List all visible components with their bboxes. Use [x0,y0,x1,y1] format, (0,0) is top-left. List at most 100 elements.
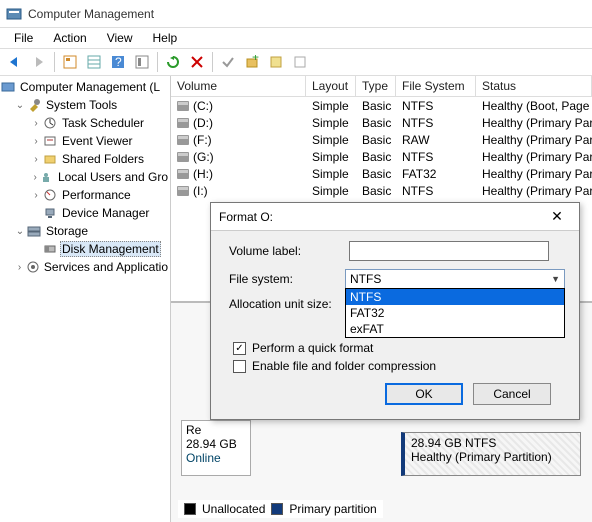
collapse-icon[interactable]: ⌄ [14,100,26,111]
tree-event-viewer[interactable]: ›Event Viewer [0,132,170,150]
partition-block[interactable]: 28.94 GB NTFS Healthy (Primary Partition… [401,432,581,476]
menu-action[interactable]: Action [43,29,96,47]
users-icon [40,169,54,185]
settings-button[interactable] [131,51,153,73]
tree-device-manager[interactable]: ›Device Manager [0,204,170,222]
storage-icon [26,223,42,239]
disk-icon [42,241,58,257]
volume-label-label: Volume label: [229,244,349,258]
menu-view[interactable]: View [97,29,143,47]
collapse-icon[interactable]: ⌄ [14,226,26,237]
col-volume[interactable]: Volume [171,76,306,96]
volume-icon [177,169,189,179]
scope-button[interactable] [59,51,81,73]
clock-icon [42,115,58,131]
event-icon [42,133,58,149]
volume-name: (H:) [193,167,213,181]
filesystem-option-fat32[interactable]: FAT32 [346,305,564,321]
cancel-button[interactable]: Cancel [473,383,551,405]
expand-icon[interactable]: › [30,172,40,183]
properties-button[interactable] [265,51,287,73]
refresh-button[interactable] [162,51,184,73]
volume-filesystem: NTFS [396,184,476,198]
volume-row[interactable]: (H:)SimpleBasicFAT32Healthy (Primary Par… [171,165,592,182]
filesystem-label: File system: [229,272,345,286]
menu-file[interactable]: File [4,29,43,47]
tree-root[interactable]: Computer Management (L [0,78,170,96]
volume-layout: Simple [306,150,356,164]
volume-filesystem: NTFS [396,99,476,113]
navigation-tree[interactable]: Computer Management (L ⌄ System Tools ›T… [0,76,171,522]
folder-icon [42,151,58,167]
volume-type: Basic [356,150,396,164]
tree-local-users[interactable]: ›Local Users and Gro [0,168,170,186]
legend: Unallocated Primary partition [178,500,383,518]
computer-icon [0,79,16,95]
volume-layout: Simple [306,116,356,130]
check-button[interactable] [217,51,239,73]
quick-format-checkbox[interactable]: ✓ [233,342,246,355]
compression-checkbox-row[interactable]: Enable file and folder compression [233,359,565,373]
volume-row[interactable]: (F:)SimpleBasicRAWHealthy (Primary Part [171,131,592,148]
tree-shared-folders[interactable]: ›Shared Folders [0,150,170,168]
volume-row[interactable]: (D:)SimpleBasicNTFSHealthy (Primary Part [171,114,592,131]
filesystem-combobox[interactable]: NTFS ▼ [345,269,565,289]
expand-icon[interactable]: › [30,118,42,129]
new-button[interactable]: + [241,51,263,73]
menu-help[interactable]: Help [143,29,188,47]
tree-disk-management[interactable]: ›Disk Management [0,240,170,258]
quick-format-label: Perform a quick format [252,341,373,355]
expand-icon[interactable]: › [14,262,25,273]
volume-row[interactable]: (I:)SimpleBasicNTFSHealthy (Primary Part [171,182,592,199]
tree-services[interactable]: › Services and Applicatio [0,258,170,276]
col-filesystem[interactable]: File System [396,76,476,96]
filesystem-option-ntfs[interactable]: NTFS [346,289,564,305]
volume-row[interactable]: (G:)SimpleBasicNTFSHealthy (Primary Part [171,148,592,165]
volume-status: Healthy (Primary Part [476,167,592,181]
forward-button[interactable] [28,51,50,73]
tree-task-scheduler[interactable]: ›Task Scheduler [0,114,170,132]
filesystem-dropdown[interactable]: NTFS FAT32 exFAT [345,288,565,338]
extra-button[interactable] [289,51,311,73]
col-status[interactable]: Status [476,76,592,96]
services-icon [25,259,40,275]
expand-icon[interactable]: › [30,190,42,201]
tools-icon [26,97,42,113]
tree-storage[interactable]: ⌄ Storage [0,222,170,240]
dialog-titlebar[interactable]: Format O: ✕ [211,203,579,231]
legend-unallocated-label: Unallocated [202,502,265,516]
expand-icon[interactable]: › [30,136,42,147]
app-icon [6,6,22,22]
window-title: Computer Management [28,7,154,21]
legend-primary-label: Primary partition [289,502,376,516]
quick-format-checkbox-row[interactable]: ✓ Perform a quick format [233,341,565,355]
compression-checkbox[interactable] [233,360,246,373]
close-button[interactable]: ✕ [543,206,571,228]
ok-button[interactable]: OK [385,383,463,405]
volume-icon [177,101,189,111]
back-button[interactable] [4,51,26,73]
disk-info-block[interactable]: Re 28.94 GB Online [181,420,251,476]
volume-type: Basic [356,167,396,181]
volume-type: Basic [356,184,396,198]
column-headers[interactable]: Volume Layout Type File System Status [171,76,592,97]
view-button[interactable] [83,51,105,73]
tree-system-tools[interactable]: ⌄ System Tools [0,96,170,114]
volume-filesystem: RAW [396,133,476,147]
col-type[interactable]: Type [356,76,396,96]
volume-type: Basic [356,99,396,113]
delete-button[interactable] [186,51,208,73]
volume-row[interactable]: (C:)SimpleBasicNTFSHealthy (Boot, Page F [171,97,592,114]
device-icon [42,205,58,221]
svg-text:+: + [252,55,259,64]
tree-performance[interactable]: ›Performance [0,186,170,204]
filesystem-option-exfat[interactable]: exFAT [346,321,564,337]
col-layout[interactable]: Layout [306,76,356,96]
volume-filesystem: NTFS [396,116,476,130]
volume-status: Healthy (Boot, Page F [476,99,592,113]
toolbar: ? + [0,48,592,76]
volume-status: Healthy (Primary Part [476,184,592,198]
help-button[interactable]: ? [107,51,129,73]
expand-icon[interactable]: › [30,154,42,165]
volume-label-input[interactable] [349,241,549,261]
